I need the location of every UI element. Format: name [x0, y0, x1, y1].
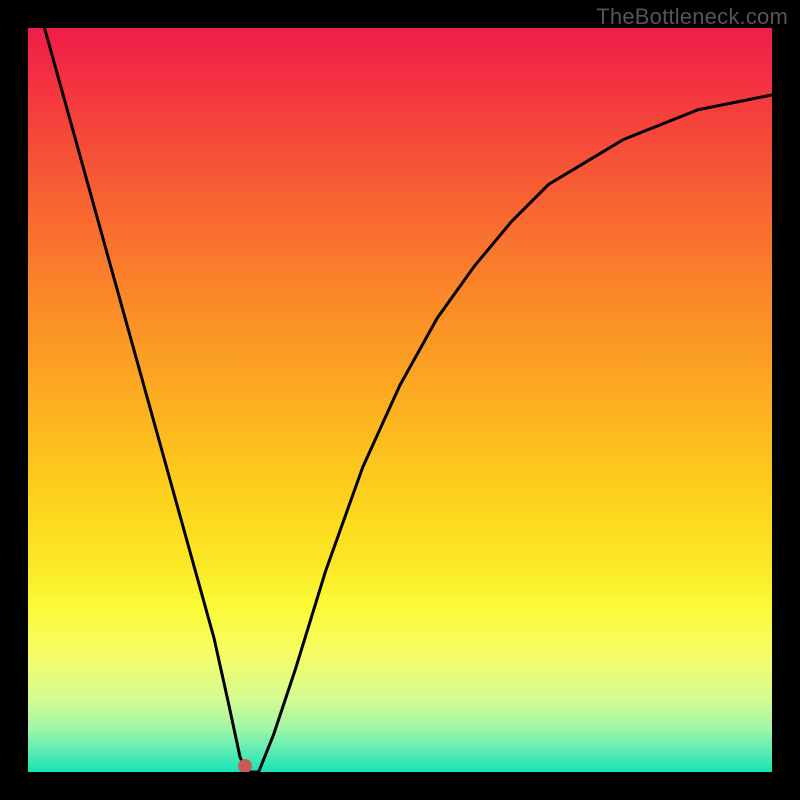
minimum-marker	[238, 759, 252, 772]
watermark-text: TheBottleneck.com	[596, 4, 788, 30]
bottleneck-curve	[28, 28, 772, 772]
chart-frame: TheBottleneck.com	[0, 0, 800, 800]
plot-area	[28, 28, 772, 772]
